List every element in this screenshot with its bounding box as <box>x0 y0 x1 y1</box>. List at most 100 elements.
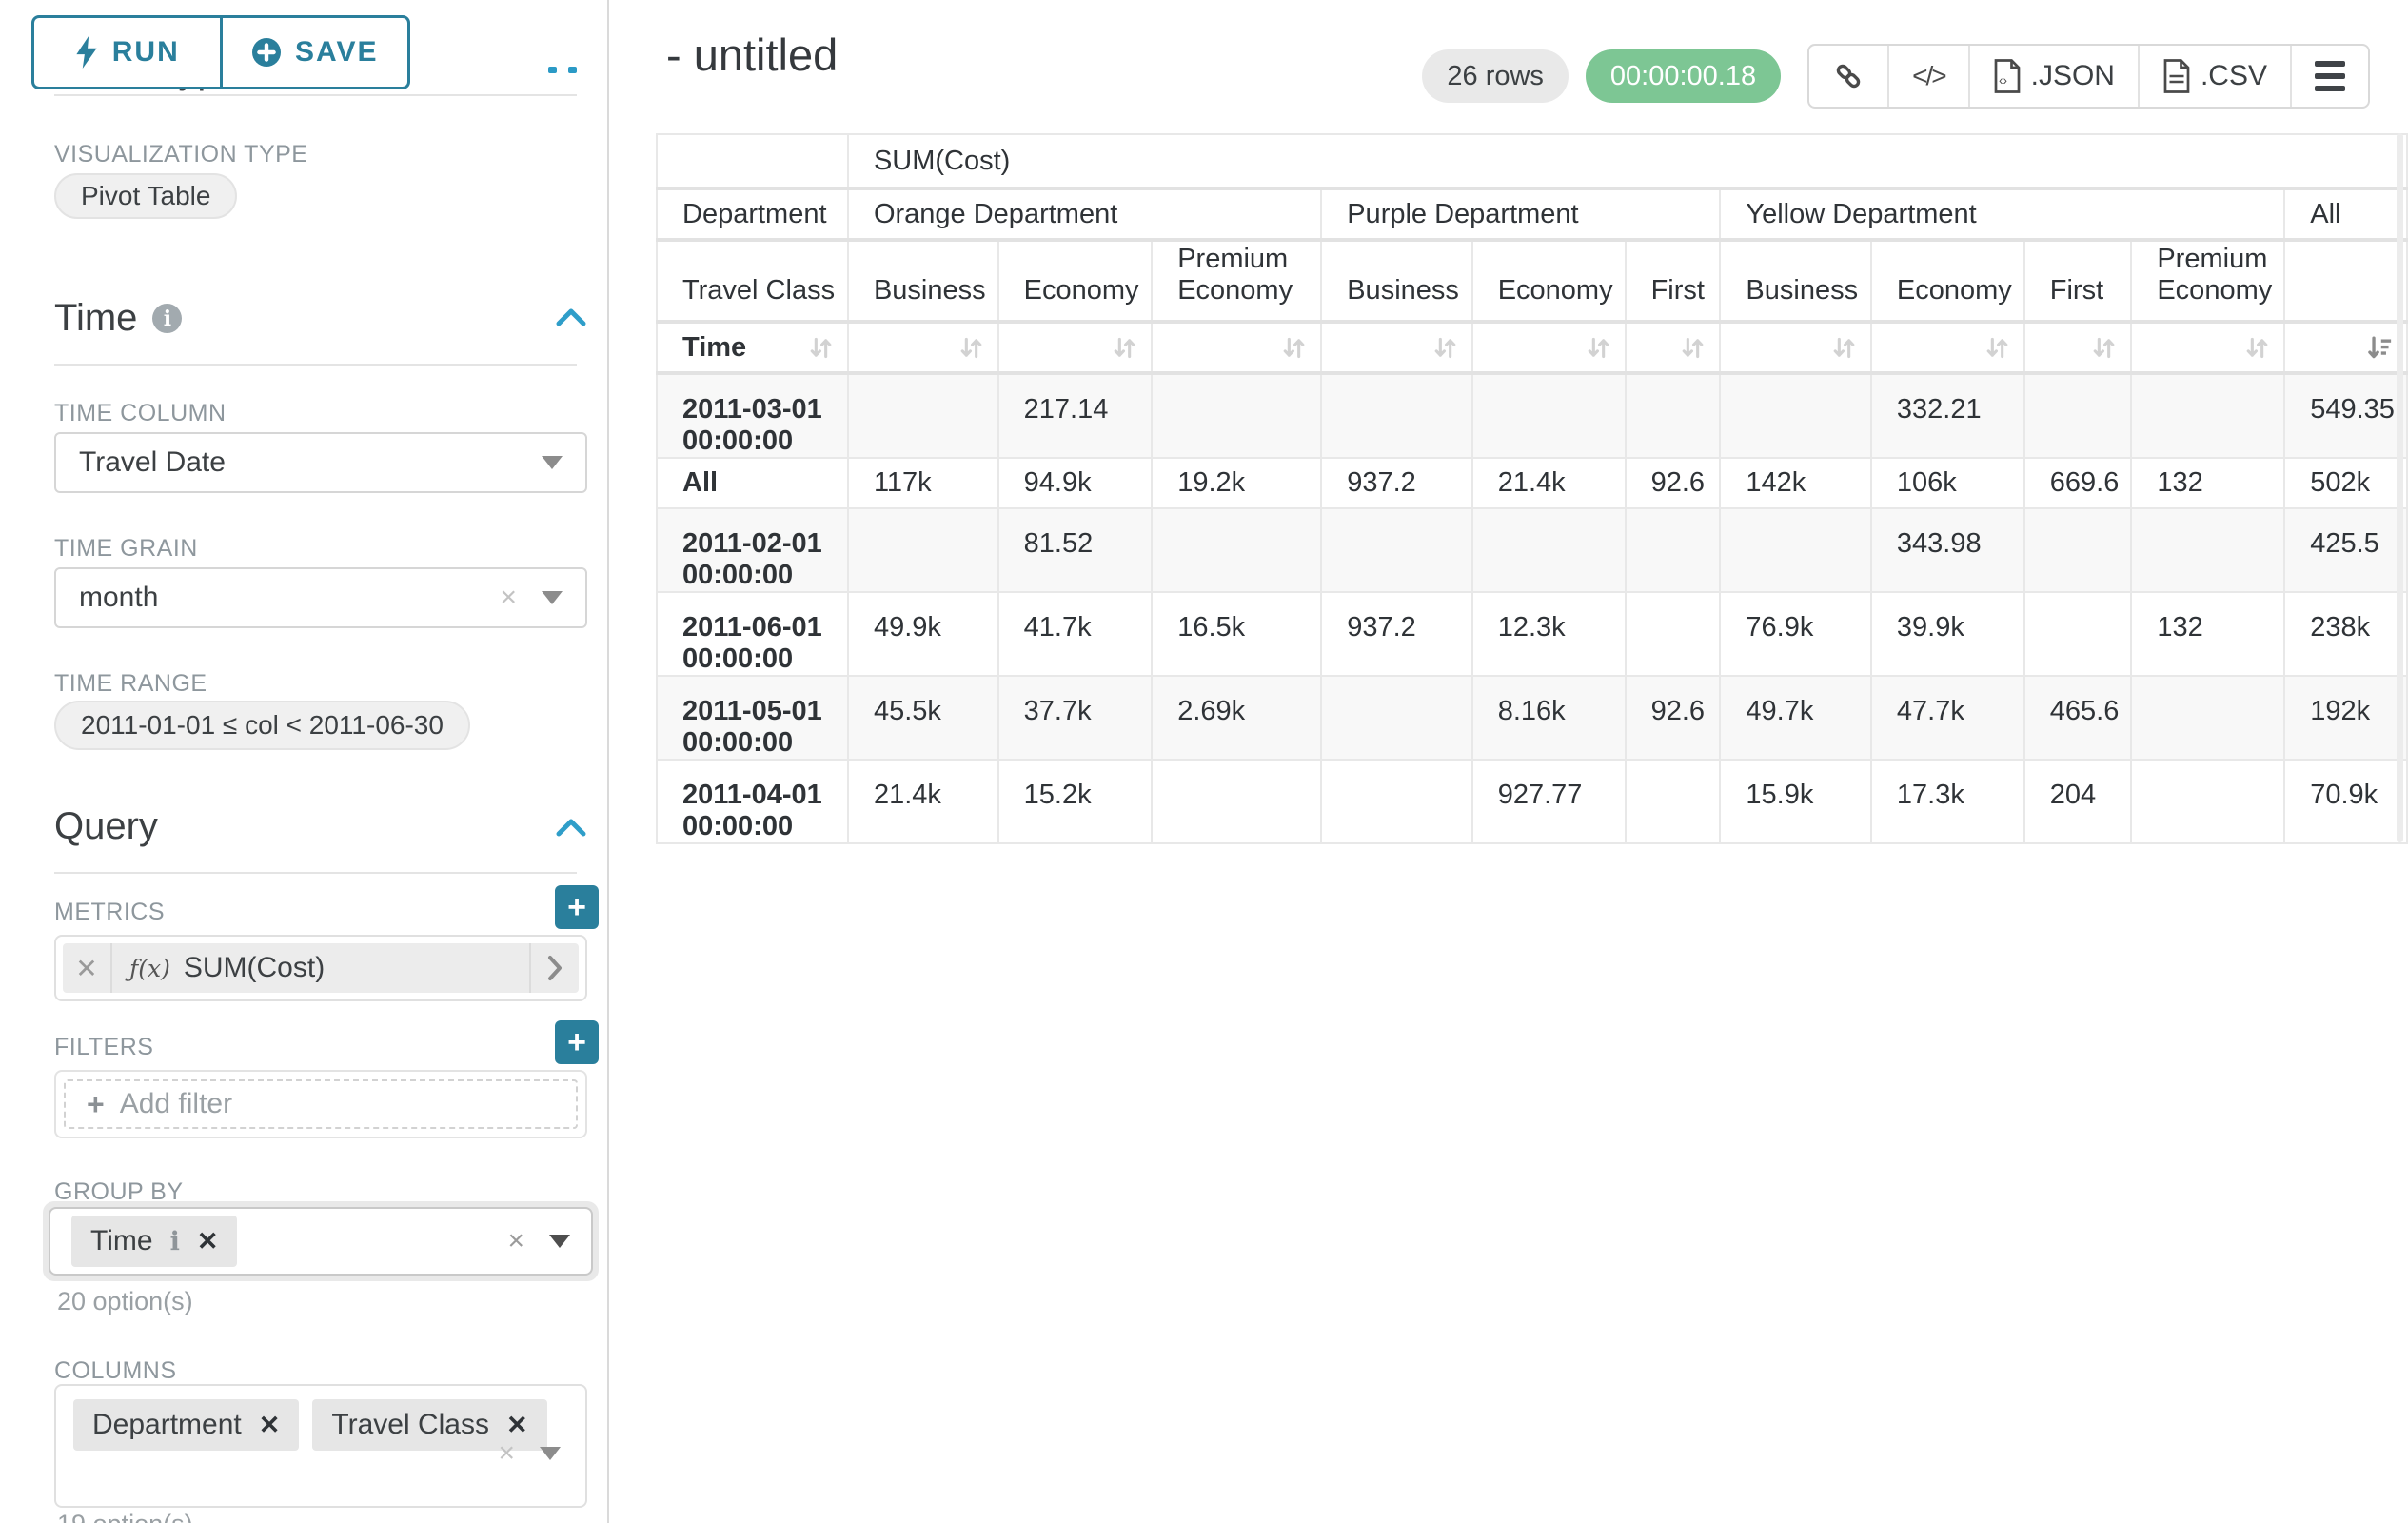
sort-header-cell[interactable] <box>848 322 998 373</box>
group-by-select[interactable]: Time i ✕ × <box>49 1207 593 1276</box>
sort-header-row: Time <box>657 322 2407 373</box>
time-range-label: TIME RANGE <box>54 670 207 698</box>
pivot-data-row: 2011-06-01 00:00:0049.9k41.7k16.5k937.21… <box>657 592 2407 676</box>
columns-label: COLUMNS <box>54 1357 177 1385</box>
chart-title[interactable]: - untitled <box>666 29 838 81</box>
pivot-cell: 39.9k <box>1871 592 2024 676</box>
pivot-row-label: 2011-05-01 00:00:00 <box>657 676 848 760</box>
sort-header-cell[interactable] <box>2024 322 2132 373</box>
link-icon <box>1832 60 1865 92</box>
export-csv-button[interactable]: .CSV <box>2138 46 2290 107</box>
pivot-cell: 21.4k <box>1472 458 1626 508</box>
pivot-cell: 502k <box>2284 458 2407 508</box>
sort-header-cell[interactable] <box>1626 322 1721 373</box>
add-filter-button[interactable]: + Add filter <box>64 1079 578 1129</box>
lightning-icon <box>74 36 99 69</box>
drag-handle-dot <box>568 67 577 73</box>
info-icon: i <box>152 304 182 333</box>
time-grain-select[interactable]: month × <box>54 567 587 628</box>
panel-divider[interactable] <box>607 0 609 1523</box>
clear-icon[interactable]: × <box>500 583 517 612</box>
caret-down-icon <box>542 456 563 469</box>
columns-options-note: 19 option(s) <box>57 1510 193 1523</box>
metric-pill[interactable]: ✕ ƒ(x) SUM(Cost) <box>63 943 579 993</box>
pivot-cell: 15.9k <box>1720 760 1870 843</box>
sort-header-cell[interactable] <box>1720 322 1870 373</box>
sort-header-cell[interactable] <box>1472 322 1626 373</box>
control-panel-sidebar: Chart Type RUN SAVE VISUALIZATION TYPE P… <box>0 0 617 1523</box>
time-section-heading[interactable]: Time i <box>54 297 182 340</box>
pivot-cell <box>1152 373 1321 458</box>
remove-chip-icon[interactable]: ✕ <box>197 1227 219 1256</box>
remove-chip-icon[interactable]: ✕ <box>259 1411 281 1440</box>
columns-chip[interactable]: Department ✕ <box>73 1399 299 1451</box>
pivot-cell <box>1321 508 1471 592</box>
share-link-button[interactable] <box>1809 46 1887 107</box>
chevron-right-icon[interactable] <box>529 943 579 993</box>
sort-header-cell[interactable] <box>1871 322 2024 373</box>
pivot-cell: 465.6 <box>2024 676 2132 760</box>
time-range-chip[interactable]: 2011-01-01 ≤ col < 2011-06-30 <box>54 701 470 750</box>
pivot-row-label: 2011-03-01 00:00:00 <box>657 373 848 458</box>
department-header-row: DepartmentOrange DepartmentPurple Depart… <box>657 188 2407 240</box>
query-timer-badge: 00:00:00.18 <box>1586 49 1781 103</box>
add-filter-plus-button[interactable]: + <box>555 1020 599 1064</box>
chevron-up-icon[interactable] <box>555 817 587 838</box>
time-sort-header-cell[interactable]: Time <box>657 322 848 373</box>
pivot-cell <box>1720 508 1870 592</box>
travel-class-header: First <box>1626 240 1721 322</box>
vertical-scrollbar[interactable] <box>2397 133 2403 842</box>
remove-metric-icon[interactable]: ✕ <box>63 943 112 993</box>
add-metric-button[interactable]: + <box>555 885 599 929</box>
pivot-cell: 17.3k <box>1871 760 2024 843</box>
menu-button[interactable] <box>2290 46 2368 107</box>
department-row-label: Department <box>657 188 848 240</box>
visualization-type-chip[interactable]: Pivot Table <box>54 173 237 219</box>
sort-header-cell[interactable] <box>1152 322 1321 373</box>
pivot-cell <box>1720 373 1870 458</box>
remove-chip-icon[interactable]: ✕ <box>506 1411 528 1440</box>
info-icon: i <box>170 1227 180 1256</box>
sort-header-cell[interactable] <box>2131 322 2284 373</box>
add-icon: + <box>87 1087 105 1122</box>
sort-header-cell[interactable] <box>998 322 1153 373</box>
save-button[interactable]: SAVE <box>220 18 408 87</box>
pivot-cell: 19.2k <box>1152 458 1321 508</box>
clear-icon[interactable]: × <box>498 1439 515 1468</box>
sort-header-cell[interactable] <box>2284 322 2407 373</box>
pivot-cell: 332.21 <box>1871 373 2024 458</box>
query-section-label: Query <box>54 805 158 848</box>
pivot-cell <box>1626 760 1721 843</box>
group-by-focus-ring: Time i ✕ × <box>43 1201 599 1281</box>
run-button[interactable]: RUN <box>34 18 220 87</box>
travel-class-header-row: Travel ClassBusinessEconomyPremium Econo… <box>657 240 2407 322</box>
pivot-cell: 937.2 <box>1321 458 1471 508</box>
pivot-cell: 92.6 <box>1626 458 1721 508</box>
menu-icon <box>2315 61 2345 91</box>
time-section-label: Time <box>54 297 137 340</box>
sort-header-cell[interactable] <box>1321 322 1471 373</box>
pivot-cell: 132 <box>2131 458 2284 508</box>
metric-header-cell: SUM(Cost) <box>848 134 2407 188</box>
query-section-heading[interactable]: Query <box>54 805 158 848</box>
pivot-row-label: 2011-02-01 00:00:00 <box>657 508 848 592</box>
view-query-button[interactable]: </> <box>1887 46 1967 107</box>
export-json-button[interactable]: ‹› .JSON <box>1968 46 2138 107</box>
chevron-up-icon[interactable] <box>555 307 587 327</box>
corner-cell <box>657 134 848 188</box>
metric-header-row: SUM(Cost) <box>657 134 2407 188</box>
group-by-chip[interactable]: Time i ✕ <box>71 1216 237 1267</box>
time-column-value: Travel Date <box>79 446 226 479</box>
drag-handle-dot <box>548 67 557 73</box>
department-group-header: Orange Department <box>848 188 1321 240</box>
pivot-data-row: 2011-05-01 00:00:0045.5k37.7k2.69k8.16k9… <box>657 676 2407 760</box>
sort-icon <box>2089 333 2119 363</box>
clear-icon[interactable]: × <box>507 1227 524 1256</box>
pivot-cell: 192k <box>2284 676 2407 760</box>
code-icon: </> <box>1912 61 1944 91</box>
columns-select[interactable]: Department ✕ Travel Class ✕ × <box>54 1384 587 1508</box>
travel-class-row-label: Travel Class <box>657 240 848 322</box>
pivot-cell <box>2024 373 2132 458</box>
time-column-select[interactable]: Travel Date <box>54 432 587 493</box>
group-by-options-note: 20 option(s) <box>57 1287 193 1316</box>
